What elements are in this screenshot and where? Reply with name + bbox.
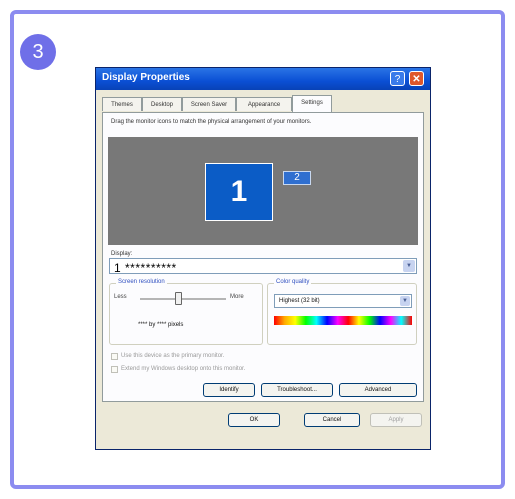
primary-monitor-label: Use this device as the primary monitor.	[121, 353, 225, 359]
display-properties-dialog: Display Properties ? ✕ Themes Desktop Sc…	[95, 67, 431, 450]
chevron-down-icon[interactable]: ▼	[400, 296, 410, 306]
cancel-button[interactable]: Cancel	[304, 413, 360, 427]
color-quality-group: Color quality Highest (32 bit) ▼	[267, 279, 417, 345]
chevron-down-icon[interactable]: ▼	[403, 260, 415, 272]
advanced-button[interactable]: Advanced	[339, 383, 417, 397]
screen-resolution-label: Screen resolution	[116, 279, 167, 285]
resolution-slider-thumb[interactable]	[175, 292, 183, 305]
tab-desktop[interactable]: Desktop	[142, 97, 182, 111]
dialog-titlebar[interactable]: Display Properties ? ✕	[96, 68, 430, 90]
color-quality-label: Color quality	[274, 279, 312, 285]
resolution-less-label: Less	[114, 294, 127, 300]
color-spectrum-bar	[274, 316, 412, 325]
screen-resolution-group: Screen resolution Less More **** by ****…	[109, 279, 263, 345]
dialog-title: Display Properties	[102, 72, 190, 83]
help-button[interactable]: ?	[390, 71, 405, 86]
color-quality-select[interactable]: Highest (32 bit) ▼	[274, 294, 412, 308]
resolution-more-label: More	[230, 294, 244, 300]
tab-themes[interactable]: Themes	[102, 97, 142, 111]
display-label: Display:	[111, 251, 133, 257]
close-button[interactable]: ✕	[409, 71, 424, 86]
tab-screen-saver[interactable]: Screen Saver	[182, 97, 236, 111]
monitor-arrangement-area: 1 2	[108, 137, 418, 245]
tab-settings[interactable]: Settings	[292, 95, 332, 112]
troubleshoot-button[interactable]: Troubleshoot...	[261, 383, 333, 397]
settings-panel: Drag the monitor icons to match the phys…	[102, 112, 424, 402]
extend-desktop-label: Extend my Windows desktop onto this moni…	[121, 366, 246, 372]
monitor-1-icon[interactable]: 1	[205, 163, 273, 221]
step-number-badge: 3	[20, 34, 56, 70]
identify-button[interactable]: Identify	[203, 383, 255, 397]
display-select[interactable]: 1 ********** ▼	[109, 258, 417, 275]
primary-monitor-checkbox[interactable]	[111, 353, 118, 360]
resolution-value: **** by **** pixels	[138, 322, 184, 328]
ok-button[interactable]: OK	[228, 413, 280, 427]
tab-appearance[interactable]: Appearance	[236, 97, 292, 111]
monitor-2-icon[interactable]: 2	[283, 171, 311, 185]
color-quality-value: Highest (32 bit)	[279, 298, 320, 304]
apply-button[interactable]: Apply	[370, 413, 422, 427]
display-select-value: 1 **********	[114, 261, 177, 275]
resolution-slider-track[interactable]	[140, 298, 226, 300]
arrangement-instruction: Drag the monitor icons to match the phys…	[111, 119, 312, 125]
extend-desktop-checkbox[interactable]	[111, 366, 118, 373]
